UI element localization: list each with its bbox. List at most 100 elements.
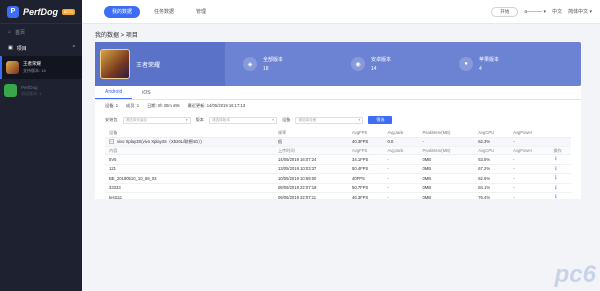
cell-avg-fps: 40FPS	[348, 173, 384, 184]
col-fps-level: 帧率	[273, 129, 349, 138]
chevron-down-icon: ▾	[272, 118, 274, 122]
tab-my-data[interactable]: 我的数据	[104, 5, 141, 18]
tab-task-data[interactable]: 任务数据	[146, 6, 182, 18]
platform-tabs: Android iOS	[95, 86, 581, 100]
filter-button[interactable]: 筛选	[368, 116, 393, 124]
cell-actions: ⋮	[549, 173, 571, 184]
stat-label: 安卓版本	[371, 57, 392, 63]
more-icon[interactable]: ⋮	[553, 166, 558, 172]
start-button[interactable]: 开始	[491, 6, 519, 17]
user-menu[interactable]: a——— ▾	[524, 9, 546, 15]
chevron-up-icon: ⌃	[71, 45, 76, 51]
cell-avg-fps: 46.3FPS	[348, 192, 384, 203]
more-icon[interactable]: ⋮	[553, 194, 558, 200]
cell-content: 121	[105, 164, 274, 174]
sidebar-item-projects[interactable]: ▣ 项目 ⌃	[0, 40, 82, 56]
col-device: 设备	[105, 129, 274, 138]
version-select[interactable]: 请选择版本 ▾	[208, 116, 277, 124]
tab-manage[interactable]: 管理	[188, 6, 214, 18]
cell-avg-power: -	[509, 164, 550, 174]
cell-avg-fps: 34.1FPS	[348, 154, 384, 165]
stat-apple-versions: ● 苹果版本 4	[459, 56, 549, 72]
table-row[interactable]: BE_20190510_10_59_03 10/05/2019 10:59:00…	[105, 173, 571, 184]
android-app-icon	[4, 84, 17, 97]
sub-col-content: 内容	[105, 146, 274, 155]
cell-peak-mem: 0MB	[418, 183, 475, 193]
language-select[interactable]: 简体中文 ▾	[568, 8, 592, 15]
table-row[interactable]: 5V5 14/05/2019 16:07:24 34.1FPS - 0MB 63…	[105, 154, 571, 165]
cell-content: 5V5	[105, 154, 274, 165]
cell-peak-mem: 0MB	[418, 164, 475, 174]
cell-avg-fps: 50.7FPS	[348, 183, 384, 193]
cell-actions: ⋮	[549, 154, 571, 165]
sidebar-app-perfdog[interactable]: PerfDog 测试版本: 1	[0, 79, 82, 102]
cell-avg-power: -	[509, 192, 550, 203]
table-header-row: 设备 帧率 AvgFPS AvgJank PeakMem(MB) AvgCPU …	[105, 129, 571, 138]
group-fps-level: 低	[273, 137, 349, 147]
cell-peak-mem: 0MB	[418, 173, 475, 184]
cell-avg-cpu: 62.6%	[474, 173, 510, 184]
cell-content: test111	[105, 192, 274, 203]
group-peak-mem: -	[418, 137, 475, 147]
cell-avg-cpu: 67.2%	[474, 164, 510, 174]
info-devices: 设备: 1	[105, 102, 119, 108]
cell-peak-mem: 0MB	[418, 154, 475, 165]
package-select[interactable]: 请选择安装包 ▾	[122, 116, 191, 124]
logo[interactable]: P PerfDog BETA	[0, 0, 82, 24]
tab-android[interactable]: Android	[95, 89, 133, 99]
stat-all-versions: ◈ 全部版本 18	[243, 56, 333, 72]
col-peak-mem: PeakMem(MB)	[418, 129, 475, 138]
stat-value: 4	[479, 66, 482, 72]
home-icon: ⌂	[8, 29, 12, 35]
table-row[interactable]: 33333 09/05/2019 22:07:19 50.7FPS - 0MB …	[105, 183, 571, 193]
cell-content: BE_20190510_10_59_03	[105, 173, 274, 184]
cell-avg-jank: -	[383, 173, 419, 184]
cell-avg-power: -	[509, 173, 550, 184]
game-app-icon	[6, 61, 19, 74]
info-members: 成员: 1	[126, 102, 140, 108]
beta-badge: BETA	[62, 8, 75, 15]
cell-avg-fps: 50.4FPS	[348, 164, 384, 174]
filter-row: 安装包 请选择安装包 ▾ 版本 请选择版本 ▾ 设备 请选择设备 ▾ 筛选	[105, 115, 571, 125]
col-empty	[549, 129, 571, 138]
table-row[interactable]: test111 09/05/2019 22:07:11 46.3FPS - 0M…	[105, 192, 571, 203]
group-empty	[549, 137, 571, 147]
cell-avg-jank: -	[383, 164, 419, 174]
table-row[interactable]: 121 13/05/2019 10:03:37 50.4FPS - 0MB 67…	[105, 164, 571, 174]
group-avg-fps: 40.3FPS	[348, 137, 384, 147]
game-info: 王者荣耀	[95, 42, 225, 86]
more-icon[interactable]: ⋮	[553, 156, 558, 162]
sidebar-app-wzry[interactable]: 王者荣耀 支持版本: 18	[0, 56, 82, 79]
cell-actions: ⋮	[549, 192, 571, 203]
stat-android-versions: ◉ 安卓版本 14	[351, 56, 441, 72]
sidebar: P PerfDog BETA ⌂ 首页 ▣ 项目 ⌃ 王者荣耀 支持版本: 18…	[0, 0, 82, 291]
col-avg-fps: AvgFPS	[348, 129, 384, 138]
app-title: PerfDog	[21, 84, 38, 90]
more-icon[interactable]: ⋮	[553, 185, 558, 191]
sub-col-peak-mem: PeakMem(MB)	[418, 146, 475, 155]
tab-ios[interactable]: iOS	[132, 90, 160, 99]
topbar: 我的数据 任务数据 管理 开始 a——— ▾ 中文 简体中文 ▾	[82, 0, 600, 24]
cell-avg-cpu: 76.4%	[474, 192, 510, 203]
stat-value: 14	[371, 66, 377, 72]
app-title: 王者荣耀	[23, 61, 41, 66]
more-icon[interactable]: ⋮	[553, 175, 558, 181]
cell-avg-cpu: 84.1%	[474, 183, 510, 193]
collapse-icon[interactable]: −	[109, 138, 114, 144]
language-label[interactable]: 中文	[552, 8, 562, 15]
device-group-row[interactable]: − vivo Xplay3S(vivo Xplay3S（X520L/联想4G）) …	[105, 137, 571, 147]
cell-avg-power: -	[509, 154, 550, 165]
sidebar-item-label: 项目	[16, 45, 27, 52]
cell-content: 33333	[105, 183, 274, 193]
sub-col-avg-jank: AvgJank	[383, 146, 419, 155]
cell-avg-jank: -	[383, 154, 419, 165]
stat-value: 18	[263, 66, 269, 72]
group-device: vivo Xplay3S(vivo Xplay3S（X520L/联想4G）)	[117, 138, 202, 144]
device-select[interactable]: 请选择设备 ▾	[295, 116, 364, 124]
cell-avg-power: -	[509, 183, 550, 193]
select-placeholder: 请选择安装包	[125, 117, 148, 122]
col-avg-power: AvgPower	[509, 129, 550, 138]
sidebar-item-label: 首页	[15, 29, 26, 36]
sidebar-item-home[interactable]: ⌂ 首页	[0, 24, 82, 40]
app-subtitle: 支持版本: 18	[23, 68, 46, 73]
